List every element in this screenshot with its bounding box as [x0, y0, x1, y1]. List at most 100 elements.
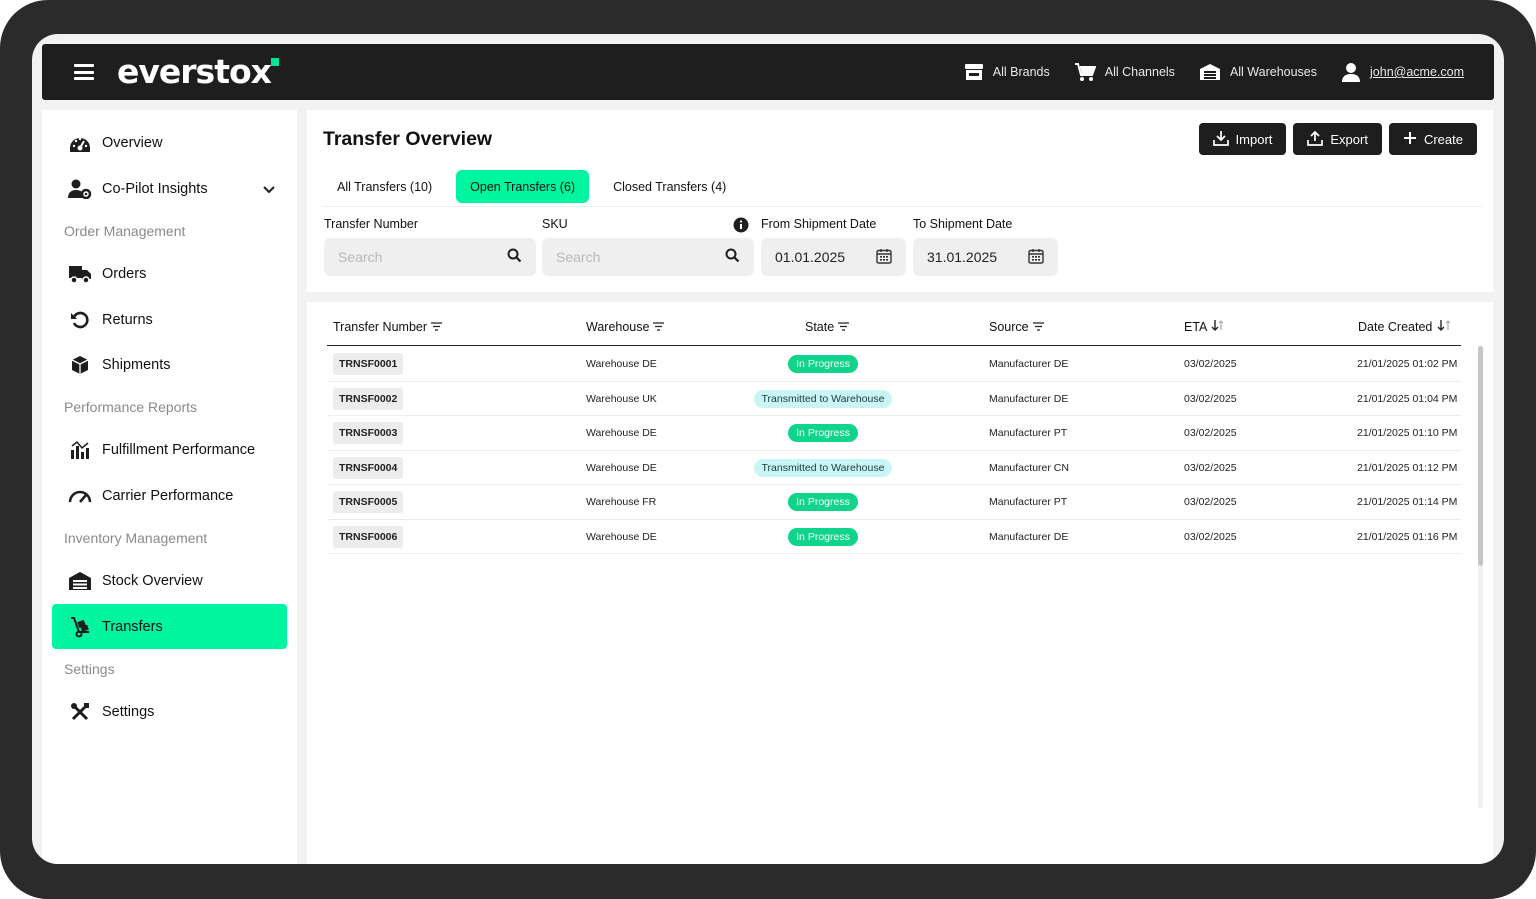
to-date-label: To Shipment Date: [913, 217, 1013, 231]
cell-state: In Progress: [748, 347, 898, 381]
channel-selector[interactable]: All Channels: [1074, 62, 1175, 82]
user-menu[interactable]: john@acme.com: [1341, 62, 1464, 82]
column-header-source[interactable]: Source: [989, 320, 1044, 334]
search-icon[interactable]: [725, 248, 740, 266]
transfer-id-chip[interactable]: TRNSF0005: [333, 491, 404, 513]
filter-icon[interactable]: [1032, 320, 1044, 334]
sort-icon[interactable]: [1211, 320, 1225, 334]
transfer-tabs: All Transfers (10) Open Transfers (6) Cl…: [323, 170, 740, 203]
user-gear-icon: [68, 177, 92, 201]
sidebar-item-settings[interactable]: Settings: [52, 689, 287, 734]
return-arrow-icon: [68, 308, 92, 332]
export-button[interactable]: Export: [1293, 123, 1382, 155]
hand-truck-icon: [68, 615, 92, 639]
sidebar-item-label: Stock Overview: [102, 572, 203, 589]
to-date-value: 31.01.2025: [927, 249, 998, 265]
sidebar: Overview Co-Pilot Insights Order Managem…: [42, 110, 297, 864]
sku-search-input[interactable]: Search: [542, 238, 754, 276]
cell-warehouse: Warehouse DE: [586, 427, 657, 439]
brand-selector[interactable]: All Brands: [964, 63, 1050, 81]
transfer-id-chip[interactable]: TRNSF0006: [333, 525, 404, 548]
column-header-warehouse[interactable]: Warehouse: [586, 320, 665, 334]
table-row[interactable]: TRNSF0006 Warehouse DE In Progress Manufact…: [327, 520, 1461, 554]
transfer-number-search-input[interactable]: Search: [324, 238, 536, 276]
calendar-icon[interactable]: [1028, 248, 1044, 267]
transfer-id-chip[interactable]: TRNSF0004: [333, 456, 404, 479]
cell-warehouse: Warehouse UK: [586, 392, 657, 405]
brand-selector-label: All Brands: [992, 65, 1050, 79]
status-badge: Transmitted to Warehouse: [753, 458, 893, 477]
sidebar-item-label: Fulfillment Performance: [102, 441, 256, 458]
upload-icon: [1307, 130, 1324, 149]
sidebar-item-orders[interactable]: Orders: [52, 251, 287, 296]
column-header-date-created[interactable]: Date Created: [1358, 320, 1452, 334]
column-header-label: Warehouse: [586, 320, 650, 334]
table-row[interactable]: TRNSF0001 Warehouse DE In Progress Manufact…: [327, 347, 1461, 382]
app-logo[interactable]: everstox: [117, 52, 272, 92]
cell-warehouse: Warehouse FR: [586, 496, 657, 508]
status-badge: In Progress: [788, 424, 858, 442]
sidebar-item-stock-overview[interactable]: Stock Overview: [52, 558, 287, 603]
cell-transfer-number[interactable]: TRNSF0005: [333, 485, 404, 519]
cell-state: In Progress: [748, 520, 898, 554]
chevron-down-icon[interactable]: [263, 182, 275, 198]
filter-icon[interactable]: [653, 320, 665, 334]
tab-open-transfers[interactable]: Open Transfers (6): [456, 170, 590, 203]
warehouse-selector[interactable]: All Warehouses: [1199, 63, 1317, 81]
section-heading-performance-reports: Performance Reports: [64, 399, 198, 415]
status-badge: In Progress: [788, 493, 858, 511]
sidebar-item-transfers[interactable]: Transfers: [52, 604, 287, 649]
cell-transfer-number[interactable]: TRNSF0002: [333, 382, 404, 416]
sidebar-item-copilot-insights[interactable]: Co-Pilot Insights: [52, 166, 287, 211]
top-bar: everstox All Brands All Channels All War…: [42, 44, 1494, 100]
filter-icon[interactable]: [431, 320, 443, 334]
tab-all-transfers[interactable]: All Transfers (10): [323, 170, 446, 203]
sidebar-item-shipments[interactable]: Shipments: [52, 342, 287, 387]
channel-selector-label: All Channels: [1104, 65, 1175, 79]
column-header-transfer-number[interactable]: Transfer Number: [333, 320, 443, 334]
cell-transfer-number[interactable]: TRNSF0006: [333, 520, 404, 554]
transfer-id-chip[interactable]: TRNSF0001: [333, 353, 404, 375]
to-date-input[interactable]: 31.01.2025: [913, 238, 1058, 276]
tools-icon: [68, 700, 92, 724]
transfer-number-placeholder: Search: [338, 249, 383, 265]
search-icon[interactable]: [507, 248, 522, 266]
cell-transfer-number[interactable]: TRNSF0001: [333, 347, 404, 381]
sidebar-item-overview[interactable]: Overview: [52, 120, 287, 165]
transfer-id-chip[interactable]: TRNSF0003: [333, 422, 404, 444]
table-row[interactable]: TRNSF0005 Warehouse FR In Progress Manufact…: [327, 485, 1461, 520]
sidebar-item-label: Carrier Performance: [102, 487, 234, 504]
create-button[interactable]: Create: [1388, 123, 1477, 155]
calendar-icon[interactable]: [876, 248, 892, 267]
sidebar-item-label: Settings: [102, 703, 155, 720]
cell-transfer-number[interactable]: TRNSF0003: [333, 416, 404, 450]
table-row[interactable]: TRNSF0004 Warehouse DE Transmitted to Ware…: [327, 451, 1461, 485]
sort-icon[interactable]: [1436, 320, 1452, 334]
cell-state: In Progress: [748, 416, 898, 450]
sidebar-item-returns[interactable]: Returns: [52, 297, 287, 342]
tab-closed-transfers[interactable]: Closed Transfers (4): [599, 170, 740, 203]
cell-transfer-number[interactable]: TRNSF0004: [333, 451, 404, 485]
section-heading-inventory-management: Inventory Management: [64, 530, 208, 546]
column-header-eta[interactable]: ETA: [1184, 320, 1225, 334]
box-icon: [68, 353, 92, 377]
table-row[interactable]: TRNSF0002 Warehouse UK Transmitted to Ware…: [327, 382, 1461, 416]
speedometer-icon: [68, 484, 92, 508]
sidebar-item-carrier-performance[interactable]: Carrier Performance: [52, 473, 287, 518]
transfer-id-chip[interactable]: TRNSF0002: [333, 387, 404, 410]
info-icon[interactable]: [733, 217, 749, 238]
scrollbar-thumb[interactable]: [1478, 346, 1483, 566]
filter-icon[interactable]: [838, 320, 850, 334]
table-row[interactable]: TRNSF0003 Warehouse DE In Progress Manufact…: [327, 416, 1461, 451]
menu-icon[interactable]: [74, 64, 94, 80]
cell-date-created: 21/01/2025 01:14 PM: [1357, 496, 1458, 508]
warehouse-icon: [68, 569, 92, 593]
user-icon: [1341, 62, 1361, 82]
from-date-input[interactable]: 01.01.2025: [761, 238, 906, 276]
vertical-scrollbar[interactable]: [1478, 346, 1483, 808]
cell-source: Manufacturer DE: [989, 530, 1069, 543]
cell-eta: 03/02/2025: [1184, 461, 1237, 474]
sidebar-item-fulfillment-performance[interactable]: Fulfillment Performance: [52, 427, 287, 472]
import-button[interactable]: Import: [1198, 123, 1287, 155]
column-header-state[interactable]: State: [805, 320, 850, 334]
